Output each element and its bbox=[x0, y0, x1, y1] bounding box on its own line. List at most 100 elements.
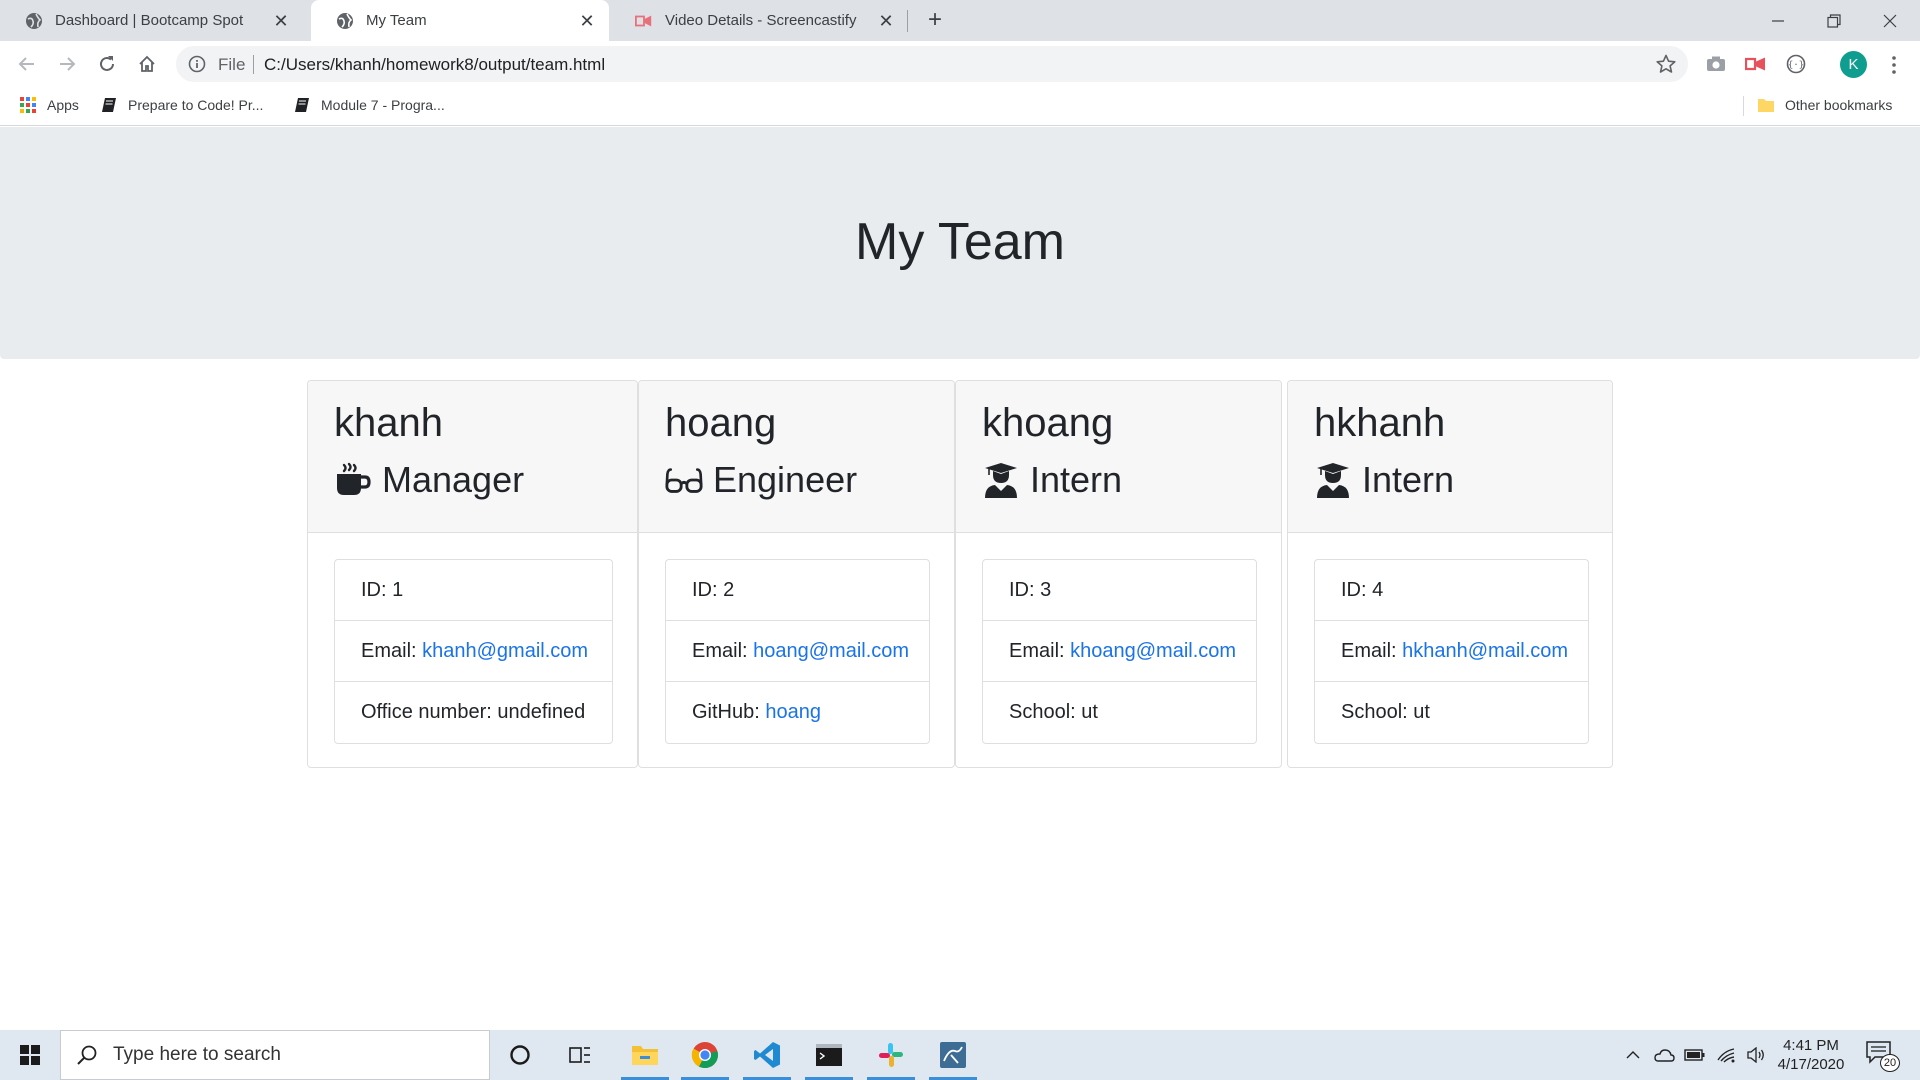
tab-screencastify[interactable]: Video Details - Screencastify ✕ bbox=[610, 0, 908, 41]
clock-date: 4/17/2020 bbox=[1777, 1056, 1845, 1073]
globe-icon bbox=[25, 12, 43, 30]
bookmark-apps[interactable]: Apps bbox=[19, 88, 79, 122]
close-icon[interactable]: ✕ bbox=[271, 11, 291, 31]
battery-icon[interactable] bbox=[1683, 1030, 1707, 1080]
info-icon[interactable] bbox=[188, 55, 206, 73]
search-placeholder: Type here to search bbox=[113, 1044, 281, 1065]
employee-name: khanh bbox=[334, 401, 443, 445]
employee-name: hkhanh bbox=[1314, 401, 1446, 445]
tab-title: My Team bbox=[366, 12, 427, 29]
book-icon bbox=[293, 96, 311, 114]
employee-role: Intern bbox=[1314, 459, 1454, 501]
other-bookmarks-label: Other bookmarks bbox=[1785, 97, 1893, 113]
employee-role-label: Engineer bbox=[713, 459, 858, 500]
close-icon[interactable]: ✕ bbox=[577, 11, 597, 31]
code-extension-icon[interactable]: {·} bbox=[1784, 52, 1808, 76]
screencastify-extension-icon[interactable] bbox=[1744, 52, 1768, 76]
employee-name: khoang bbox=[982, 401, 1114, 445]
mysql-workbench-icon[interactable] bbox=[927, 1030, 979, 1080]
globe-icon bbox=[336, 12, 354, 30]
detail-id: ID: 3 bbox=[983, 560, 1256, 621]
minimize-button[interactable] bbox=[1750, 0, 1806, 41]
clock-time: 4:41 PM bbox=[1783, 1037, 1839, 1054]
browser-toolbar: File C:/Users/khanh/homework8/output/tea… bbox=[0, 41, 1920, 88]
other-bookmarks[interactable]: Other bookmarks bbox=[1757, 88, 1892, 122]
taskbar-search[interactable]: Type here to search bbox=[60, 1030, 490, 1080]
close-window-button[interactable] bbox=[1862, 0, 1918, 41]
task-view-icon[interactable] bbox=[554, 1030, 606, 1080]
graduate-icon bbox=[1314, 461, 1352, 499]
email-link[interactable]: khanh@gmail.com bbox=[422, 640, 588, 662]
card-header: khanh Manager bbox=[308, 381, 637, 533]
detail-email: Email: hkhanh@mail.com bbox=[1315, 621, 1588, 682]
bookmark-label: Module 7 - Progra... bbox=[321, 97, 445, 113]
detail-id: ID: 2 bbox=[666, 560, 929, 621]
reload-button[interactable] bbox=[92, 49, 122, 79]
url-text[interactable]: C:/Users/khanh/homework8/output/team.htm… bbox=[264, 55, 605, 75]
card-header: hoang Engineer bbox=[639, 381, 954, 533]
slack-icon[interactable] bbox=[865, 1030, 917, 1080]
page-viewport: My Team khanh Manager ID: 1 Email: khanh… bbox=[0, 127, 1920, 1030]
taskbar-clock[interactable]: 4:41 PM 4/17/2020 bbox=[1766, 1036, 1856, 1074]
bookmark-prepare-to-code[interactable]: Prepare to Code! Pr... bbox=[100, 88, 263, 122]
book-icon bbox=[100, 96, 118, 114]
card-header: khoang Intern bbox=[956, 381, 1281, 533]
folder-icon bbox=[1757, 96, 1775, 114]
close-icon[interactable]: ✕ bbox=[876, 11, 896, 31]
employee-role-label: Manager bbox=[382, 459, 525, 500]
employee-role-label: Intern bbox=[1362, 459, 1455, 500]
employee-details-list: ID: 3 Email: khoang@mail.com School: ut bbox=[982, 559, 1257, 744]
camera-extension-icon[interactable] bbox=[1704, 52, 1728, 76]
page-title: My Team bbox=[855, 213, 1065, 271]
bookmarks-separator bbox=[1743, 96, 1744, 116]
notification-center-icon[interactable]: 20 bbox=[1866, 1040, 1900, 1072]
screencastify-icon bbox=[635, 12, 653, 30]
employee-details-list: ID: 1 Email: khanh@gmail.com Office numb… bbox=[334, 559, 613, 744]
terminal-icon[interactable] bbox=[803, 1030, 855, 1080]
bookmark-label: Prepare to Code! Pr... bbox=[128, 97, 264, 113]
tab-title: Video Details - Screencastify bbox=[665, 12, 857, 29]
employee-role: Manager bbox=[334, 459, 524, 501]
email-link[interactable]: hkhanh@mail.com bbox=[1402, 640, 1568, 662]
employee-card: khoang Intern ID: 3 Email: khoang@mail.c… bbox=[955, 380, 1282, 768]
menu-icon[interactable] bbox=[1884, 53, 1904, 77]
tab-my-team[interactable]: My Team ✕ bbox=[311, 0, 609, 41]
file-explorer-icon[interactable] bbox=[619, 1030, 671, 1080]
email-link[interactable]: khoang@mail.com bbox=[1070, 640, 1236, 662]
forward-button[interactable] bbox=[52, 49, 82, 79]
browser-tab-strip: Dashboard | Bootcamp Spot ✕ My Team ✕ Vi… bbox=[0, 0, 1920, 41]
windows-start-icon[interactable] bbox=[0, 1030, 60, 1080]
new-tab-button[interactable]: + bbox=[922, 8, 948, 34]
bookmarks-bar: Apps Prepare to Code! Pr... Module 7 - P… bbox=[0, 88, 1920, 126]
bookmark-label: Apps bbox=[47, 97, 79, 113]
bookmark-star-icon[interactable] bbox=[1656, 54, 1676, 74]
detail-github: GitHub: hoang bbox=[692, 701, 821, 723]
chrome-icon[interactable] bbox=[679, 1030, 731, 1080]
github-link[interactable]: hoang bbox=[765, 701, 821, 723]
notification-count-badge: 20 bbox=[1880, 1054, 1900, 1072]
home-button[interactable] bbox=[132, 49, 162, 79]
wifi-icon[interactable] bbox=[1714, 1030, 1738, 1080]
onedrive-icon[interactable] bbox=[1652, 1030, 1676, 1080]
coffee-mug-icon bbox=[334, 461, 372, 499]
cortana-icon[interactable] bbox=[494, 1030, 546, 1080]
tab-dashboard[interactable]: Dashboard | Bootcamp Spot ✕ bbox=[0, 0, 303, 41]
bookmark-module-7[interactable]: Module 7 - Progra... bbox=[293, 88, 445, 122]
detail-office-number: Office number: undefined bbox=[361, 701, 586, 723]
back-button[interactable] bbox=[12, 49, 42, 79]
address-bar[interactable]: File C:/Users/khanh/homework8/output/tea… bbox=[176, 46, 1688, 82]
detail-school: School: ut bbox=[1009, 701, 1098, 723]
restore-button[interactable] bbox=[1806, 0, 1862, 41]
detail-id: ID: 1 bbox=[335, 560, 612, 621]
graduate-icon bbox=[982, 461, 1020, 499]
detail-id: ID: 4 bbox=[1315, 560, 1588, 621]
vscode-icon[interactable] bbox=[741, 1030, 793, 1080]
detail-email: Email: khanh@gmail.com bbox=[335, 621, 612, 682]
volume-icon[interactable] bbox=[1744, 1030, 1768, 1080]
show-hidden-icons-icon[interactable] bbox=[1622, 1030, 1644, 1080]
employee-role-label: Intern bbox=[1030, 459, 1123, 500]
profile-avatar[interactable]: K bbox=[1840, 51, 1867, 78]
employee-card: khanh Manager ID: 1 Email: khanh@gmail.c… bbox=[307, 380, 638, 768]
email-link[interactable]: hoang@mail.com bbox=[753, 640, 909, 662]
svg-text:{·}: {·} bbox=[1788, 61, 1804, 71]
